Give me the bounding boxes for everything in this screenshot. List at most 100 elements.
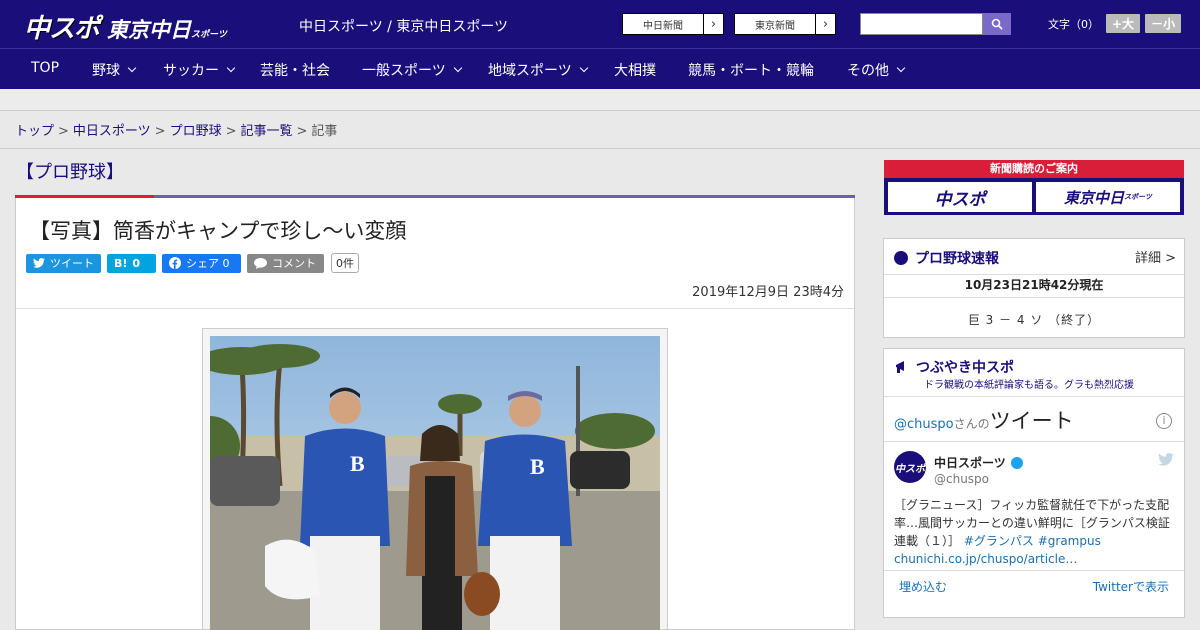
font-size-control: 文字（0） +大 －小	[1048, 14, 1182, 33]
nav-item-label: サッカー	[163, 63, 219, 79]
article-divider	[16, 308, 854, 309]
site-names: 中日スポーツ / 東京中日スポーツ	[299, 19, 509, 35]
baseball-scores-widget: プロ野球速報 詳細 > 10月23日21時42分現在 巨 3 － 4 ソ （終了…	[883, 238, 1185, 338]
baseball-icon	[894, 251, 908, 265]
comment-count: 0件	[331, 253, 359, 273]
twitter-widget: つぶやき中スポ ドラ観戦の本紙評論家も語る。グラも熱烈応援 @chuspo さんの…	[883, 348, 1185, 618]
chevron-right-icon: ›	[815, 14, 835, 34]
nav-item-top[interactable]: TOP	[31, 60, 59, 76]
svg-text:B: B	[350, 451, 365, 476]
chevron-down-icon	[896, 63, 906, 73]
twitter-widget-title-text: つぶやき中スポ	[916, 360, 1014, 376]
sub-band	[0, 89, 1200, 111]
chevron-down-icon	[453, 63, 462, 73]
nav-item-local-sports[interactable]: 地域スポーツ	[488, 60, 588, 80]
tweets-heading: @chuspo さんの ツイート	[894, 405, 1074, 435]
verified-badge-icon	[1010, 456, 1023, 469]
section-rule	[154, 195, 855, 198]
breadcrumb-separator: >	[225, 124, 237, 139]
tweet-link[interactable]: chunichi.co.jp/chuspo/article…	[894, 550, 1176, 568]
nav-item-label: 地域スポーツ	[488, 63, 572, 79]
nav-item-label: 野球	[92, 63, 120, 79]
article-headline: 【写真】筒香がキャンプで珍し～い変顔	[29, 219, 407, 243]
tweet-text: ［グラニュース］フィッカ監督就任で下がった支配率…風間サッカーとの違い鮮明に［グ…	[894, 496, 1176, 568]
comment-label: コメント	[272, 257, 316, 270]
chevron-right-icon: ›	[703, 14, 723, 34]
tweet-button[interactable]: ツイート	[26, 253, 101, 273]
nav-item-baseball[interactable]: 野球	[92, 60, 137, 80]
logo-sub: 東京中日スポーツ	[107, 14, 227, 44]
nav-item-entertainment[interactable]: 芸能・社会	[260, 60, 330, 80]
nav-item-other[interactable]: その他	[847, 60, 906, 80]
comment-button[interactable]: コメント	[247, 253, 324, 273]
article-photo-image: B B	[210, 336, 660, 630]
top-header: 中スポ 東京中日スポーツ 中日スポーツ / 東京中日スポーツ 中日新聞 › 東京…	[0, 0, 1200, 48]
nav-item-soccer[interactable]: サッカー	[163, 60, 236, 80]
chevron-down-icon	[127, 63, 137, 73]
avatar[interactable]: 中スポ	[894, 451, 926, 483]
breadcrumb-current: 記事	[311, 124, 338, 139]
subscription-banner-title: 新聞購読のご案内	[884, 160, 1184, 178]
tweets-heading-san: さんの	[953, 417, 990, 431]
view-on-twitter-link[interactable]: Twitterで表示	[1093, 578, 1169, 595]
nav-item-general-sports[interactable]: 一般スポーツ	[362, 60, 462, 80]
section-rule-accent	[15, 195, 154, 198]
breadcrumb-link-top[interactable]: トップ	[15, 124, 54, 139]
svg-text:B: B	[530, 454, 545, 479]
twitter-bird-icon[interactable]	[1158, 453, 1174, 466]
hatena-bookmark-button[interactable]: B! 0	[107, 253, 156, 273]
font-size-decrease-button[interactable]: －小	[1145, 14, 1182, 33]
tweet-author-name[interactable]: 中日スポーツ	[934, 454, 1023, 471]
embed-link[interactable]: 埋め込む	[899, 578, 947, 595]
nav-item-sumo[interactable]: 大相撲	[614, 60, 656, 80]
tweet-author-handle[interactable]: @chuspo	[934, 472, 989, 486]
hatena-count: 0	[132, 256, 141, 270]
breadcrumb-separator: >	[58, 124, 69, 139]
banner-right-text: 東京中日	[1064, 188, 1125, 207]
breadcrumb-separator: >	[296, 124, 308, 139]
banner-right-small: スポーツ	[1124, 193, 1152, 201]
tweets-heading-handle[interactable]: @chuspo	[894, 417, 954, 432]
divider	[884, 441, 1184, 442]
tweet-hashtags[interactable]: #グランパス #grampus	[964, 534, 1101, 548]
facebook-share-button[interactable]: シェア 0	[162, 253, 241, 273]
search-icon	[991, 18, 1003, 30]
logo-main: 中スポ	[24, 14, 100, 44]
tokyo-shimbun-button[interactable]: 東京新聞 ›	[734, 13, 836, 35]
tokyo-chunichi-subscribe-link[interactable]: 東京中日 スポーツ	[1036, 182, 1180, 212]
comment-bubble-icon	[254, 257, 267, 269]
nav-item-racing[interactable]: 競馬・ボート・競輪	[688, 60, 814, 80]
scores-title: プロ野球速報	[894, 248, 999, 268]
info-icon[interactable]: i	[1156, 413, 1172, 429]
search-button[interactable]	[983, 13, 1011, 35]
tweets-heading-word: ツイート	[989, 409, 1074, 433]
chevron-down-icon	[579, 63, 588, 73]
font-size-increase-button[interactable]: +大	[1106, 14, 1141, 33]
article-photo[interactable]: B B	[210, 336, 660, 630]
scores-title-text: プロ野球速報	[915, 251, 999, 267]
site-logo[interactable]: 中スポ 東京中日スポーツ	[24, 8, 227, 45]
hatena-icon: B!	[114, 256, 128, 270]
main-nav: TOP 野球 サッカー 芸能・社会 一般スポーツ 地域スポーツ 大相撲 競馬・ボ…	[0, 48, 1200, 89]
tweet-label: ツイート	[50, 257, 94, 270]
logo-sub-small: スポーツ	[191, 30, 227, 40]
nav-item-label: その他	[847, 63, 889, 79]
chunichi-shimbun-button[interactable]: 中日新聞 ›	[622, 13, 724, 35]
breadcrumb-link-article-list[interactable]: 記事一覧	[241, 124, 293, 139]
subscription-banner[interactable]: 新聞購読のご案内 中スポ 東京中日 スポーツ	[884, 160, 1184, 215]
paper-button-label: 中日新聞	[643, 20, 683, 32]
breadcrumb-link-pro-baseball[interactable]: プロ野球	[170, 124, 222, 139]
twitter-widget-subtitle: ドラ観戦の本紙評論家も語る。グラも熱烈応援	[924, 380, 1134, 391]
twitter-bird-icon	[33, 258, 45, 268]
breadcrumb-link-chuspo[interactable]: 中日スポーツ	[73, 124, 151, 139]
facebook-share-label: シェア 0	[186, 257, 230, 270]
search-input[interactable]	[860, 13, 983, 35]
divider	[884, 570, 1184, 571]
breadcrumb: トップ > 中日スポーツ > プロ野球 > 記事一覧 > 記事	[0, 111, 1200, 149]
game-score[interactable]: 巨 3 － 4 ソ （終了）	[884, 311, 1184, 328]
chuspo-subscribe-link[interactable]: 中スポ	[888, 182, 1032, 212]
divider	[884, 274, 1184, 275]
logo-sub-text: 東京中日	[107, 18, 192, 42]
scores-detail-link[interactable]: 詳細 >	[1135, 247, 1176, 266]
divider	[884, 297, 1184, 298]
